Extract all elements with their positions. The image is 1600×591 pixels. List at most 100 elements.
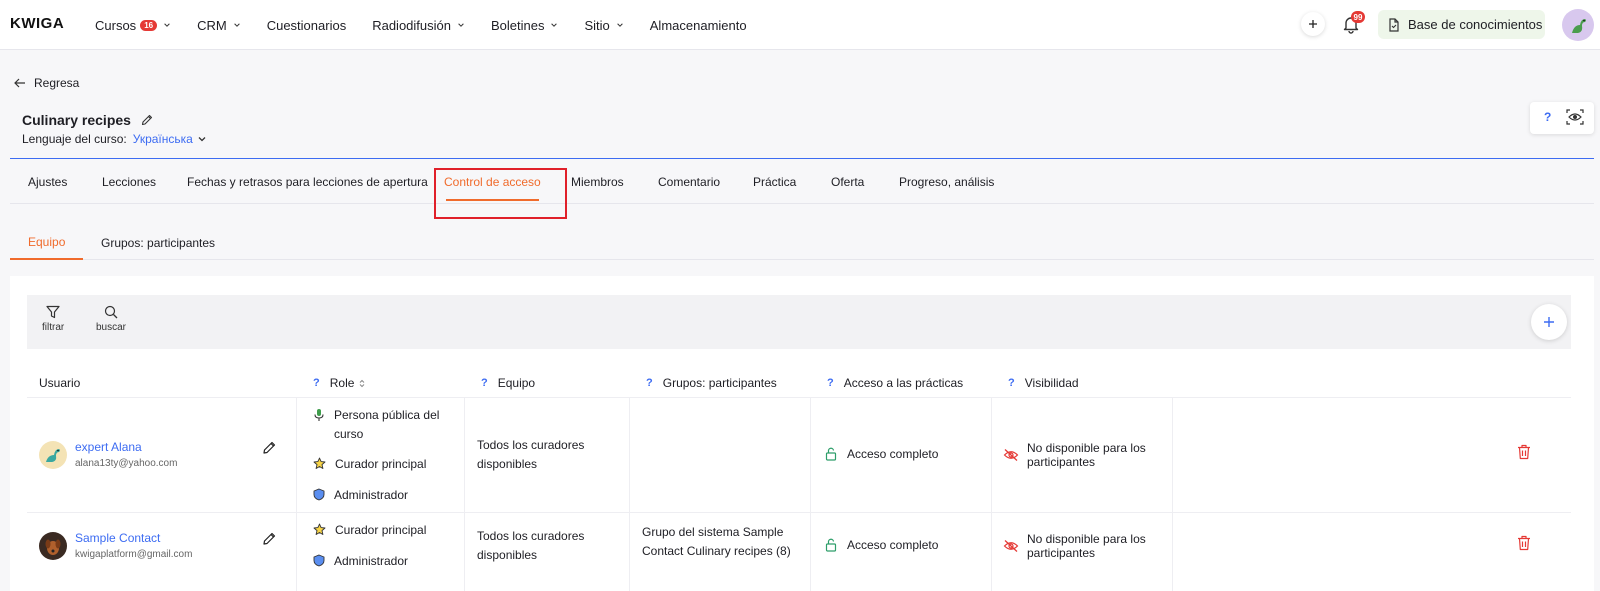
quick-add-button[interactable] bbox=[1301, 12, 1325, 36]
practice-access-cell: Acceso completo bbox=[825, 447, 938, 461]
tab-comentario[interactable]: Comentario bbox=[658, 160, 720, 204]
nav-label: Radiodifusión bbox=[372, 17, 451, 33]
column-header-team-label: Equipo bbox=[497, 376, 536, 390]
column-header-role[interactable]: ? Role bbox=[313, 376, 365, 390]
column-divider bbox=[1172, 397, 1173, 591]
main-nav: Cursos 16 CRM Cuestionarios Radiodifusió… bbox=[95, 0, 773, 50]
column-header-visibility: ? Visibilidad bbox=[1008, 376, 1079, 390]
header-divider bbox=[10, 158, 1594, 159]
help-icon[interactable]: ? bbox=[827, 377, 834, 389]
filter-label: filtrar bbox=[42, 322, 65, 333]
column-divider bbox=[464, 397, 465, 591]
tab-lecciones[interactable]: Lecciones bbox=[102, 160, 156, 204]
table-divider bbox=[27, 397, 1571, 398]
trash-icon[interactable] bbox=[1517, 444, 1531, 460]
visibility-value: No disponible para los participantes bbox=[1027, 532, 1146, 560]
tab-oferta[interactable]: Oferta bbox=[831, 160, 864, 204]
trash-icon[interactable] bbox=[1517, 535, 1531, 551]
nav-item-crm[interactable]: CRM bbox=[197, 18, 241, 33]
tab-fechas-retrasos[interactable]: Fechas y retrasos para lecciones de aper… bbox=[187, 160, 428, 204]
chevron-down-icon bbox=[233, 23, 240, 27]
access-subtabs: Equipo Grupos: participantes bbox=[10, 226, 1594, 260]
course-language-select[interactable]: Українська bbox=[133, 132, 207, 146]
subtab-equipo[interactable]: Equipo bbox=[10, 226, 84, 260]
knowledge-base-label: Base de conocimientos bbox=[1408, 17, 1543, 32]
help-icon[interactable]: ? bbox=[646, 377, 653, 389]
dinosaur-avatar-icon bbox=[46, 449, 60, 462]
column-header-practice-label: Acceso a las prácticas bbox=[843, 376, 964, 390]
course-tabs: Ajustes Lecciones Fechas y retrasos para… bbox=[10, 160, 1594, 204]
column-divider bbox=[629, 397, 630, 591]
practice-access-value: Acceso completo bbox=[847, 538, 939, 552]
nav-item-cuestionarios[interactable]: Cuestionarios bbox=[267, 18, 347, 33]
back-link[interactable]: Regresa bbox=[14, 76, 79, 90]
star-icon bbox=[313, 457, 326, 469]
filter-button[interactable]: filtrar bbox=[42, 305, 64, 333]
course-title-text: Culinary recipes bbox=[22, 112, 131, 128]
team-cell: Todos los curadores disponibles bbox=[477, 438, 585, 471]
plus-icon bbox=[1544, 317, 1554, 327]
eye-off-icon bbox=[1003, 449, 1019, 461]
knowledge-base-button[interactable]: Base de conocimientos bbox=[1378, 10, 1545, 39]
role-administrator: Administrador bbox=[313, 486, 408, 505]
course-title: Culinary recipes bbox=[22, 112, 153, 128]
tab-miembros[interactable]: Miembros bbox=[571, 160, 624, 204]
search-icon bbox=[104, 305, 118, 319]
search-button[interactable]: buscar bbox=[96, 305, 126, 333]
table-toolbar: filtrar buscar bbox=[27, 295, 1571, 349]
role-head-curator: Curador principal bbox=[313, 521, 426, 540]
user-name-link[interactable]: Sample Contact bbox=[75, 531, 160, 545]
nav-label: CRM bbox=[197, 17, 227, 33]
practice-access-value: Acceso completo bbox=[847, 447, 939, 461]
page-actions-panel: ? bbox=[1530, 102, 1594, 134]
role-head-curator: Curador principal bbox=[313, 455, 426, 474]
avatar bbox=[39, 441, 67, 469]
preview-eye-icon[interactable] bbox=[1566, 108, 1584, 126]
user-avatar-menu[interactable] bbox=[1562, 9, 1594, 41]
nav-item-sitio[interactable]: Sitio bbox=[584, 18, 623, 33]
app-logo[interactable]: KWIGA bbox=[10, 15, 64, 32]
tab-progreso-analisis[interactable]: Progreso, análisis bbox=[899, 160, 994, 204]
role-public-person: Persona pública del curso bbox=[313, 406, 463, 444]
help-icon[interactable]: ? bbox=[481, 377, 488, 389]
avatar bbox=[39, 532, 67, 560]
dog-avatar-icon bbox=[45, 539, 61, 555]
column-header-practice-access: ? Acceso a las prácticas bbox=[827, 376, 963, 390]
groups-cell: Grupo del sistema Sample Contact Culinar… bbox=[642, 525, 791, 558]
nav-item-almacenamiento[interactable]: Almacenamiento bbox=[650, 18, 747, 33]
pencil-icon[interactable] bbox=[141, 114, 153, 126]
column-header-groups-label: Grupos: participantes bbox=[662, 376, 777, 390]
help-icon[interactable]: ? bbox=[1008, 377, 1015, 389]
back-label: Regresa bbox=[34, 76, 80, 90]
column-header-visibility-label: Visibilidad bbox=[1024, 376, 1079, 390]
column-header-user: Usuario bbox=[39, 376, 81, 390]
unlock-icon bbox=[825, 447, 837, 461]
role-label: Administrador bbox=[334, 554, 409, 568]
tab-practica[interactable]: Práctica bbox=[753, 160, 796, 204]
search-label: buscar bbox=[96, 322, 127, 333]
star-icon bbox=[313, 523, 326, 535]
role-label: Administrador bbox=[334, 488, 409, 502]
pencil-icon[interactable] bbox=[262, 532, 276, 546]
nav-item-cursos[interactable]: Cursos 16 bbox=[95, 18, 171, 33]
nav-item-radiodifusion[interactable]: Radiodifusión bbox=[372, 18, 465, 33]
sort-icon bbox=[360, 379, 365, 387]
help-button[interactable]: ? bbox=[1544, 110, 1551, 124]
microphone-icon bbox=[314, 409, 324, 421]
tab-ajustes[interactable]: Ajustes bbox=[28, 160, 67, 204]
add-team-member-button[interactable] bbox=[1531, 304, 1567, 340]
user-email: alana13ty@yahoo.com bbox=[75, 458, 178, 469]
visibility-cell: No disponible para los participantes bbox=[1003, 441, 1167, 469]
chevron-down-icon bbox=[164, 23, 170, 27]
shield-icon bbox=[313, 488, 325, 501]
nav-item-boletines[interactable]: Boletines bbox=[491, 18, 558, 33]
nav-label: Cursos bbox=[95, 17, 137, 33]
role-label: Persona pública del curso bbox=[334, 408, 440, 441]
subtab-grupos-participantes[interactable]: Grupos: participantes bbox=[101, 226, 215, 260]
pencil-icon[interactable] bbox=[262, 441, 276, 455]
help-icon[interactable]: ? bbox=[313, 377, 320, 389]
chevron-down-icon bbox=[616, 23, 623, 27]
role-administrator: Administrador bbox=[313, 552, 408, 571]
nav-label: Cuestionarios bbox=[266, 17, 347, 33]
user-name-link[interactable]: expert Alana bbox=[75, 440, 142, 454]
